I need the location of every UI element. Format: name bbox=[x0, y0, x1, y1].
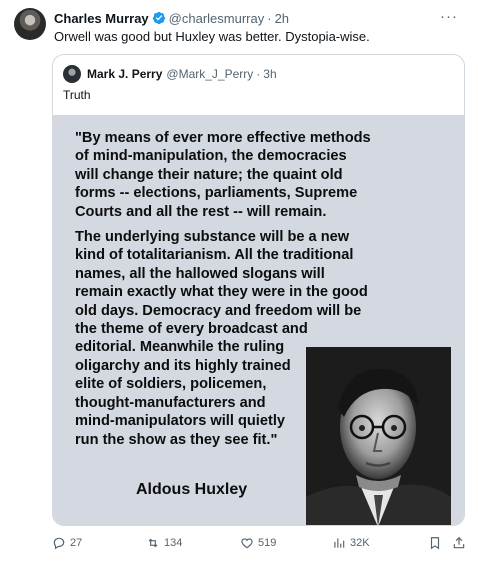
verified-badge-icon bbox=[152, 11, 165, 25]
tweet: Charles Murray @charlesmurray · 2h ··· O… bbox=[0, 0, 478, 562]
quote-paragraph-1: "By means of ever more effective methods… bbox=[75, 130, 371, 220]
more-options-icon[interactable]: ··· bbox=[440, 8, 458, 25]
reply-button[interactable]: 27 bbox=[52, 536, 82, 550]
reply-icon bbox=[53, 537, 65, 550]
like-button[interactable]: 519 bbox=[240, 536, 276, 550]
quoted-tweet[interactable]: Mark J. Perry @Mark_J_Perry · 3h Truth "… bbox=[52, 54, 465, 526]
quoted-tweet-header: Mark J. Perry @Mark_J_Perry · 3h bbox=[63, 65, 277, 83]
heart-icon bbox=[241, 538, 253, 549]
aldous-huxley-portrait bbox=[306, 347, 451, 525]
retweet-icon bbox=[148, 538, 158, 548]
quoted-author-avatar bbox=[63, 65, 81, 83]
tweet-actions: 27 134 519 32K bbox=[52, 536, 472, 556]
author-avatar[interactable] bbox=[14, 8, 46, 40]
tweet-text: Orwell was good but Huxley was better. D… bbox=[54, 29, 370, 44]
portrait-drawing bbox=[306, 347, 451, 525]
quoted-tweet-time: 3h bbox=[263, 67, 277, 81]
quoted-author-handle: @Mark_J_Perry bbox=[166, 67, 254, 81]
author-name[interactable]: Charles Murray bbox=[54, 11, 149, 26]
quote-author: Aldous Huxley bbox=[136, 481, 248, 498]
reply-count: 27 bbox=[70, 537, 83, 549]
bookmark-button[interactable] bbox=[428, 536, 446, 550]
tweet-header: Charles Murray @charlesmurray · 2h ··· bbox=[54, 8, 464, 26]
quoted-author-name: Mark J. Perry bbox=[87, 67, 163, 81]
share-icon bbox=[453, 536, 465, 549]
retweet-button[interactable]: 134 bbox=[146, 536, 182, 550]
view-count: 32K bbox=[350, 537, 370, 549]
views-button[interactable]: 32K bbox=[332, 536, 370, 550]
separator: · bbox=[267, 10, 272, 26]
bookmark-icon bbox=[430, 537, 440, 550]
views-icon bbox=[334, 538, 345, 548]
share-button[interactable] bbox=[452, 536, 470, 550]
retweet-count: 134 bbox=[164, 537, 183, 549]
like-count: 519 bbox=[258, 537, 277, 549]
quoted-separator: · bbox=[256, 67, 261, 81]
quote-image[interactable]: "By means of ever more effective methods… bbox=[53, 115, 464, 525]
quoted-tweet-text: Truth bbox=[63, 88, 91, 102]
author-handle[interactable]: @charlesmurray bbox=[169, 11, 265, 26]
tweet-time[interactable]: 2h bbox=[275, 11, 289, 26]
